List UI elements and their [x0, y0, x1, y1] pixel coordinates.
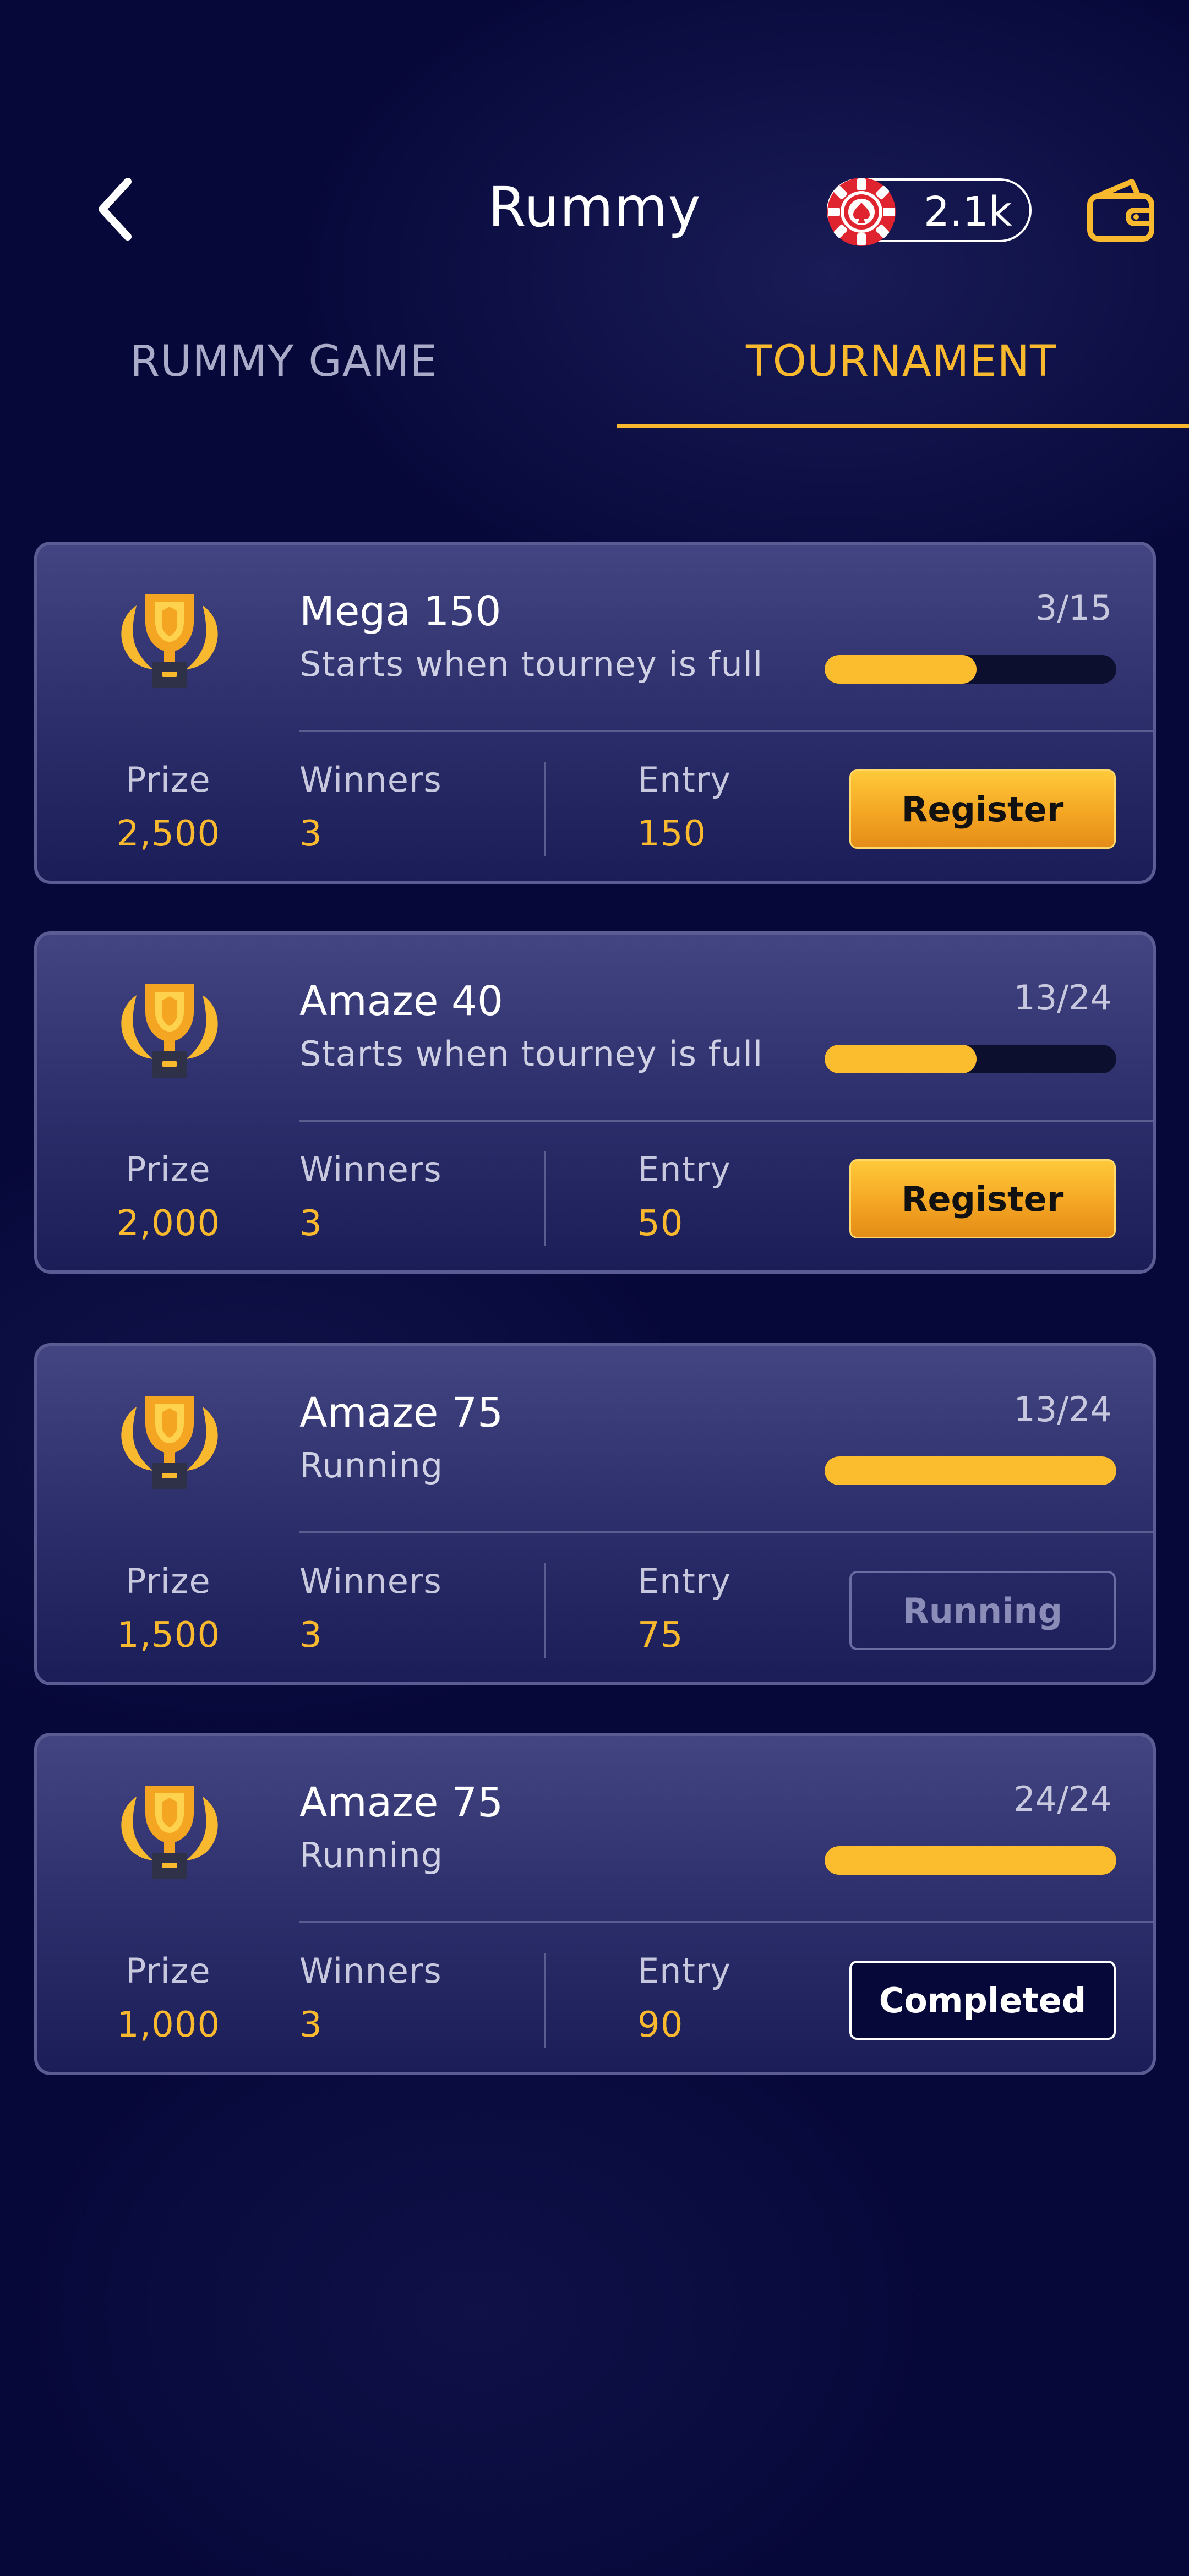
register-button[interactable]: Register [849, 769, 1116, 849]
entry-label: Entry [637, 1951, 731, 1991]
register-button[interactable]: Register [849, 1159, 1116, 1238]
players-count: 3/15 [1035, 588, 1112, 628]
prize-label: Prize [126, 760, 211, 800]
wallet-button[interactable] [1084, 176, 1157, 243]
trophy-icon [121, 984, 218, 1078]
winners-value: 3 [299, 2005, 323, 2045]
tournament-name: Amaze 40 [299, 978, 504, 1025]
trophy-icon [121, 1786, 218, 1879]
completed-button[interactable]: Completed [849, 1961, 1116, 2040]
winners-label: Winners [299, 1561, 442, 1601]
poker-chip-icon [827, 178, 896, 246]
winners-label: Winners [299, 1951, 442, 1991]
divider [299, 1921, 1153, 1923]
running-button[interactable]: Running [849, 1571, 1116, 1650]
players-count: 13/24 [1013, 1389, 1112, 1429]
progress-fill [825, 1045, 977, 1073]
winners-value: 3 [299, 1203, 323, 1244]
entry-label: Entry [637, 760, 731, 800]
progress-fill [825, 655, 977, 684]
prize-label: Prize [126, 1561, 211, 1601]
players-progress-bar [825, 655, 1116, 684]
entry-value: 90 [637, 2005, 684, 2045]
trophy-icon [121, 594, 218, 688]
prize-label: Prize [126, 1951, 211, 1991]
prize-value: 2,500 [117, 814, 221, 854]
tournament-card: Mega 150 Starts when tourney is full 3/1… [34, 542, 1156, 884]
divider [299, 1531, 1153, 1533]
vertical-divider [544, 1563, 546, 1658]
divider [299, 730, 1153, 732]
progress-fill [825, 1456, 1116, 1485]
progress-fill [825, 1846, 1116, 1875]
tab-tournament[interactable]: TOURNAMENT [746, 337, 1057, 386]
players-count: 13/24 [1013, 978, 1112, 1018]
tab-rummy-game[interactable]: RUMMY GAME [130, 337, 438, 386]
tournament-status: Running [299, 1445, 444, 1486]
prize-value: 1,000 [117, 2005, 221, 2045]
divider [299, 1120, 1153, 1122]
players-progress-bar [825, 1456, 1116, 1485]
tournament-card: Amaze 75 Running 13/24 Prize 1,500 Winne… [34, 1343, 1156, 1685]
vertical-divider [544, 1151, 546, 1246]
entry-label: Entry [637, 1561, 731, 1601]
tournament-status: Running [299, 1835, 444, 1875]
coin-balance-value: 2.1k [924, 188, 1012, 236]
tournament-card: Amaze 75 Running 24/24 Prize 1,000 Winne… [34, 1733, 1156, 2075]
wallet-icon [1087, 179, 1154, 242]
entry-value: 50 [637, 1203, 684, 1244]
vertical-divider [544, 1953, 546, 2048]
entry-label: Entry [637, 1149, 731, 1189]
top-bar: Rummy 2.1k [0, 149, 1189, 270]
prize-value: 2,000 [117, 1203, 221, 1244]
players-progress-bar [825, 1846, 1116, 1875]
tournament-name: Amaze 75 [299, 1389, 504, 1437]
tab-bar: RUMMY GAME TOURNAMENT [0, 319, 1189, 429]
prize-label: Prize [126, 1149, 211, 1189]
entry-value: 75 [637, 1615, 684, 1656]
tournament-name: Amaze 75 [299, 1779, 504, 1826]
prize-value: 1,500 [117, 1615, 221, 1656]
winners-value: 3 [299, 1615, 323, 1656]
players-progress-bar [825, 1045, 1116, 1073]
active-tab-indicator [617, 424, 1189, 428]
entry-value: 150 [637, 814, 707, 854]
tournament-status: Starts when tourney is full [299, 1034, 763, 1074]
tournament-card: Amaze 40 Starts when tourney is full 13/… [34, 931, 1156, 1274]
tournament-name: Mega 150 [299, 588, 501, 635]
players-count: 24/24 [1013, 1779, 1112, 1819]
vertical-divider [544, 762, 546, 856]
winners-value: 3 [299, 814, 323, 854]
coin-balance[interactable]: 2.1k [827, 178, 1032, 246]
winners-label: Winners [299, 1149, 442, 1189]
trophy-icon [121, 1396, 218, 1489]
tournament-status: Starts when tourney is full [299, 644, 763, 684]
winners-label: Winners [299, 760, 442, 800]
